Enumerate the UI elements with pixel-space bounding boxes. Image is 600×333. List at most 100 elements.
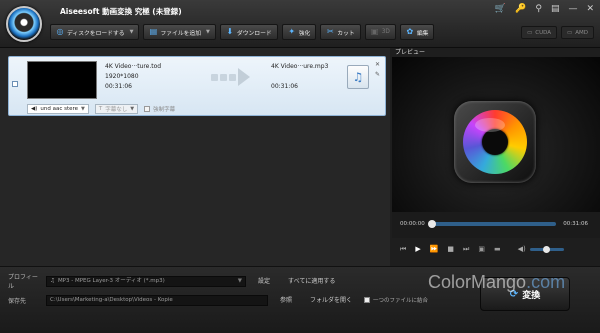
total-time: 00:31:06	[563, 221, 588, 227]
item-checkbox[interactable]	[12, 81, 18, 87]
add-file-button[interactable]: ▤ ファイルを追加 ▼	[143, 24, 216, 40]
edit-label: 編集	[416, 30, 429, 37]
source-resolution: 1920*1080	[105, 73, 139, 80]
convert-arrow-icon	[205, 66, 255, 88]
profile-row: プロフィール ♫ MP3 - MPEG Layer-3 オーディオ (*.mp3…	[8, 274, 341, 290]
volume-handle[interactable]	[543, 245, 551, 253]
current-time: 00:00:00	[400, 221, 425, 227]
seek-handle[interactable]	[428, 220, 436, 228]
output-filename: 4K Video···ure.mp3	[271, 63, 329, 70]
snapshot-icon[interactable]: ▣	[478, 245, 485, 253]
destination-field[interactable]: C:\Users\Marketing-a\Desktop\Videos - Ko…	[46, 294, 268, 306]
load-disc-button[interactable]: ◎ ディスクをロードする ▼	[50, 24, 140, 40]
playback-controls: ⏮ ▶ ⏩ ■ ⏭ ▣ ▬ ◀)	[392, 238, 600, 260]
previous-icon[interactable]: ⏮	[400, 245, 406, 254]
browse-button[interactable]: 参照	[274, 295, 298, 306]
download-icon: ⬇	[226, 27, 234, 36]
cart-icon[interactable]: 🛒	[495, 4, 506, 14]
fast-forward-icon[interactable]: ⏩	[430, 245, 439, 253]
feedback-icon[interactable]: ▤	[551, 4, 560, 14]
file-list: 4K Video···ture.tod 1920*1080 00:31:06 4…	[0, 48, 390, 266]
seek-bar[interactable]	[428, 220, 556, 228]
scissors-icon: ✂	[326, 27, 334, 36]
cut-button[interactable]: ✂ カット	[320, 24, 361, 40]
3d-button[interactable]: ▣ 3D	[364, 24, 396, 40]
amd-toggle[interactable]: ▭ AMD	[561, 26, 594, 39]
key-icon[interactable]: 🔑	[515, 4, 526, 14]
merge-option[interactable]: 一つのファイルに結合	[364, 296, 428, 304]
audio-track-value: und aac stere	[40, 105, 79, 112]
next-icon[interactable]: ⏭	[463, 245, 469, 254]
enhance-button[interactable]: ✦ 強化	[281, 24, 317, 40]
stop-icon[interactable]: ■	[447, 245, 454, 253]
force-subtitle-label: 強制字幕	[153, 106, 176, 113]
app-logo-icon	[6, 6, 42, 42]
subtitle-icon: T	[98, 105, 103, 112]
source-duration: 00:31:06	[105, 83, 132, 90]
amd-icon: ▭	[567, 29, 573, 36]
edit-button[interactable]: ✿ 編集	[399, 24, 435, 40]
list-item[interactable]: 4K Video···ture.tod 1920*1080 00:31:06 4…	[8, 56, 386, 116]
acceleration-toggles: ▭ CUDA ▭ AMD	[521, 26, 594, 39]
cut-label: カット	[337, 30, 355, 37]
output-format-icon[interactable]: ♫	[347, 65, 369, 89]
watermark-suffix: .com	[526, 272, 566, 292]
volume-slider[interactable]	[529, 245, 564, 253]
folder-icon[interactable]: ▬	[494, 245, 501, 253]
chevron-down-icon: ▼	[237, 277, 242, 284]
load-disc-label: ディスクをロードする	[67, 30, 125, 37]
profile-select[interactable]: ♫ MP3 - MPEG Layer-3 オーディオ (*.mp3) ▼	[46, 275, 246, 287]
cuda-toggle[interactable]: ▭ CUDA	[521, 26, 558, 39]
cuda-label: CUDA	[535, 29, 552, 36]
top-bar: Aiseesoft 動画変換 究極 (未登録) 🛒 🔑 ⚲ ▤ — ✕ ◎ ディ…	[0, 0, 600, 48]
destination-label: 保存先	[8, 297, 27, 305]
video-thumbnail[interactable]	[27, 61, 97, 99]
chevron-down-icon[interactable]: ▼	[206, 29, 210, 35]
3d-icon: ▣	[370, 27, 379, 36]
destination-row: 保存先 C:\Users\Marketing-a\Desktop\Videos …	[8, 294, 428, 306]
pin-icon[interactable]: ⚲	[535, 4, 542, 14]
enhance-label: 強化	[298, 30, 311, 37]
preview-logo-icon	[454, 101, 536, 183]
window-controls: 🛒 🔑 ⚲ ▤ — ✕	[495, 4, 594, 14]
music-icon: ♫	[50, 277, 55, 284]
minimize-icon[interactable]: —	[568, 4, 577, 14]
play-icon[interactable]: ▶	[415, 245, 420, 253]
app-title: Aiseesoft 動画変換 究極 (未登録)	[60, 7, 182, 16]
amd-label: AMD	[575, 29, 588, 36]
item-actions: ✕ ✎	[375, 61, 380, 78]
chevron-down-icon: ▼	[81, 105, 85, 112]
enhance-icon: ✦	[288, 27, 296, 36]
preview-pane	[392, 57, 600, 212]
volume-icon[interactable]: ◀)	[518, 245, 526, 253]
item-settings-icon[interactable]: ✎	[375, 71, 380, 78]
source-filename: 4K Video···ture.tod	[105, 63, 162, 70]
cuda-icon: ▭	[527, 29, 533, 36]
timeline: 00:00:00 00:31:06	[392, 212, 600, 238]
settings-button[interactable]: 設定	[252, 276, 276, 287]
apply-all-button[interactable]: すべてに適用する	[282, 276, 341, 287]
add-file-icon: ▤	[149, 27, 158, 36]
force-subtitle-checkbox[interactable]	[144, 105, 151, 112]
download-button[interactable]: ⬇ ダウンロード	[219, 24, 278, 40]
subtitle-select[interactable]: T 字幕なし ▼	[94, 103, 139, 114]
download-label: ダウンロード	[236, 30, 272, 37]
volume-control: ◀)	[518, 245, 564, 253]
force-subtitle-option[interactable]: 強制字幕	[144, 105, 175, 113]
open-folder-button[interactable]: フォルダを開く	[304, 295, 358, 306]
audio-track-select[interactable]: ◀) und aac stere ▼	[27, 103, 89, 114]
item-options: ◀) und aac stere ▼ T 字幕なし ▼ 強制字幕	[27, 103, 175, 114]
watermark-main: ColorMango	[428, 272, 527, 292]
profile-label: プロフィール	[8, 274, 38, 290]
close-icon[interactable]: ✕	[586, 4, 594, 14]
disc-icon: ◎	[56, 27, 64, 36]
preview-label: プレビュー	[395, 49, 426, 56]
merge-checkbox[interactable]	[364, 297, 371, 303]
remove-item-icon[interactable]: ✕	[375, 61, 380, 68]
chevron-down-icon[interactable]: ▼	[130, 29, 134, 35]
main-toolbar: ◎ ディスクをロードする ▼ ▤ ファイルを追加 ▼ ⬇ ダウンロード ✦ 強化…	[50, 24, 435, 42]
edit-icon: ✿	[406, 27, 414, 36]
subtitle-value: 字幕なし	[105, 106, 128, 113]
watermark: ColorMango.com	[428, 272, 565, 293]
merge-label: 一つのファイルに結合	[373, 298, 429, 304]
